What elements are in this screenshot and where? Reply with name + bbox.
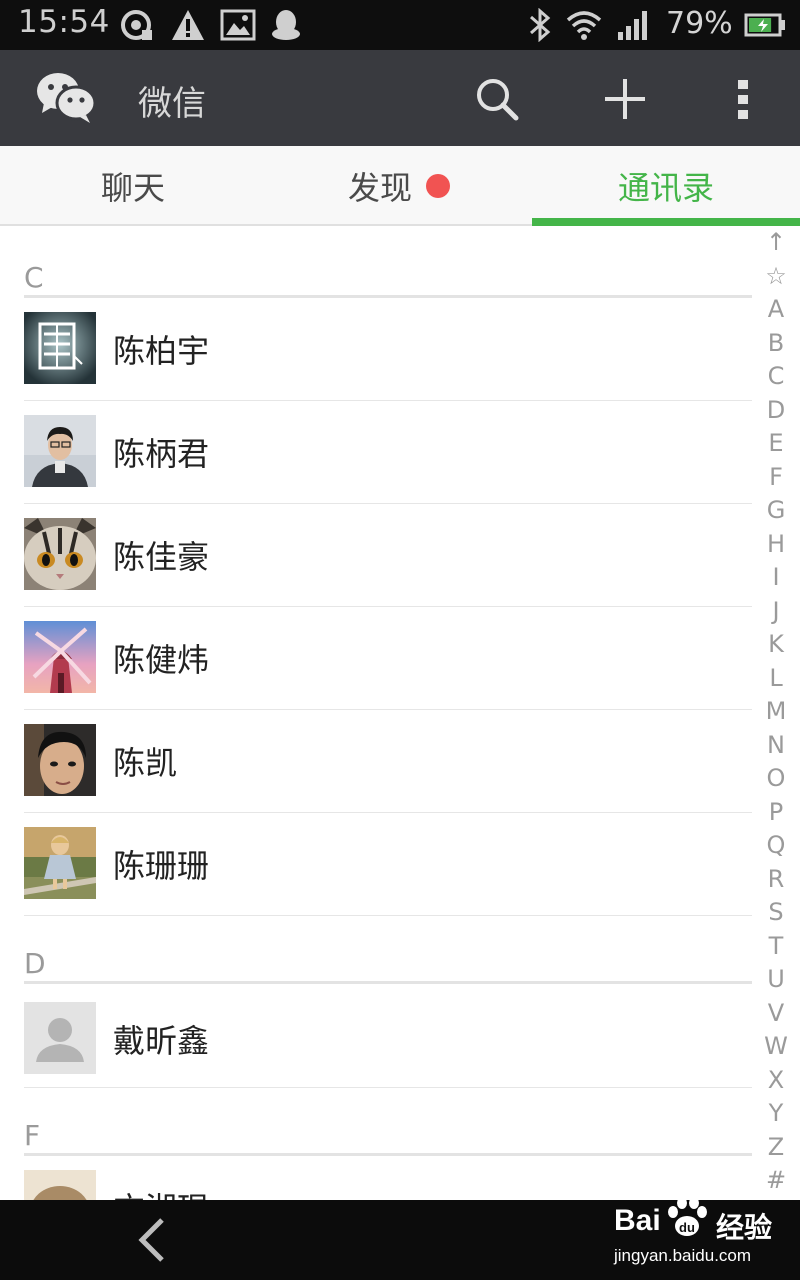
index-letter[interactable]: U bbox=[756, 965, 796, 993]
qq-icon bbox=[272, 10, 300, 40]
contact-name: 陈佳豪 bbox=[113, 538, 210, 576]
plus-icon bbox=[605, 79, 645, 119]
section-header: F bbox=[0, 1088, 760, 1156]
index-letter[interactable]: D bbox=[756, 396, 796, 424]
bluetooth-icon bbox=[530, 8, 551, 42]
back-arrow-icon bbox=[138, 1218, 164, 1262]
contact-row[interactable]: 陈珊珊 bbox=[0, 813, 760, 916]
contact-name: 陈珊珊 bbox=[113, 847, 210, 885]
more-options-button[interactable] bbox=[712, 68, 774, 130]
image-icon bbox=[220, 9, 256, 41]
index-letter[interactable]: S bbox=[756, 898, 796, 926]
watermark-brand: Bai bbox=[614, 1204, 661, 1237]
section-letter: D bbox=[24, 947, 46, 980]
index-letter[interactable]: ↑ bbox=[756, 228, 796, 256]
index-letter[interactable]: J bbox=[756, 597, 796, 625]
contact-name: 陈健炜 bbox=[113, 641, 210, 679]
avatar bbox=[24, 827, 96, 899]
watermark-suffix: 经验 bbox=[716, 1211, 773, 1244]
index-letter[interactable]: ☆ bbox=[756, 262, 796, 290]
tab-contacts[interactable]: 通讯录 bbox=[532, 146, 800, 226]
app-bar: 微信 bbox=[0, 50, 800, 146]
tab-label: 聊天 bbox=[100, 169, 165, 207]
section-letter: C bbox=[24, 261, 44, 294]
tab-label: 通讯录 bbox=[617, 169, 714, 207]
index-letter[interactable]: Y bbox=[756, 1099, 796, 1127]
contact-list[interactable]: C 陈柏宇 陈柄君 陈佳豪 陈健炜 陈凯 陈珊珊 D 戴昕鑫 F bbox=[0, 228, 760, 1200]
status-bar: 15:54 79% bbox=[0, 0, 800, 50]
data-usage-icon bbox=[121, 10, 152, 40]
index-letter[interactable]: P bbox=[756, 798, 796, 826]
avatar bbox=[24, 415, 96, 487]
battery-percent: 79% bbox=[666, 6, 733, 41]
contact-row[interactable]: 戴昕鑫 bbox=[0, 984, 760, 1088]
avatar bbox=[24, 724, 96, 796]
index-letter[interactable]: C bbox=[756, 362, 796, 390]
section-header: C bbox=[0, 228, 760, 298]
back-button[interactable] bbox=[124, 1212, 180, 1268]
index-letter[interactable]: X bbox=[756, 1066, 796, 1094]
signal-icon bbox=[618, 11, 647, 40]
paw-icon: du bbox=[668, 1197, 707, 1236]
wifi-icon bbox=[566, 11, 602, 40]
index-letter[interactable]: W bbox=[756, 1032, 796, 1060]
status-time: 15:54 bbox=[18, 4, 110, 40]
avatar bbox=[24, 621, 96, 693]
index-letter[interactable]: T bbox=[756, 932, 796, 960]
section-header: D bbox=[0, 916, 760, 984]
app-title: 微信 bbox=[138, 84, 206, 124]
contact-row[interactable]: 陈凯 bbox=[0, 710, 760, 813]
index-letter[interactable]: A bbox=[756, 295, 796, 323]
svg-text:du: du bbox=[679, 1220, 695, 1235]
unread-badge bbox=[426, 174, 450, 198]
contact-row[interactable]: 陈佳豪 bbox=[0, 504, 760, 607]
tab-chats[interactable]: 聊天 bbox=[0, 146, 266, 226]
search-button[interactable] bbox=[466, 68, 528, 130]
contact-name: 陈凯 bbox=[113, 744, 178, 782]
index-letter[interactable]: E bbox=[756, 429, 796, 457]
baidu-jingyan-watermark: Bai du 经验 jingyan.baidu.com bbox=[612, 1192, 792, 1272]
overflow-menu-icon bbox=[738, 80, 748, 119]
index-letter[interactable]: # bbox=[756, 1166, 796, 1194]
section-letter: F bbox=[24, 1119, 41, 1152]
tab-discover[interactable]: 发现 bbox=[266, 146, 532, 226]
index-letter[interactable]: L bbox=[756, 664, 796, 692]
avatar bbox=[24, 312, 96, 384]
contact-name: 方湘琨 bbox=[113, 1184, 209, 1200]
contact-name: 陈柏宇 bbox=[113, 332, 210, 370]
index-letter[interactable]: G bbox=[756, 496, 796, 524]
avatar bbox=[24, 1170, 96, 1200]
contact-row[interactable]: 陈柄君 bbox=[0, 401, 760, 504]
index-letter[interactable]: Z bbox=[756, 1133, 796, 1161]
index-letter[interactable]: I bbox=[756, 563, 796, 591]
alphabet-index-bar[interactable]: ↑ ☆ A B C D E F G H I J K L M N O P Q R S T U V W X Y Z # bbox=[756, 228, 796, 1200]
contact-name: 戴昕鑫 bbox=[113, 1022, 210, 1060]
wechat-contacts-screen: 15:54 79% 微信 聊天 发现 通讯录 C 陈柏宇 陈柄君 陈佳豪 陈健炜… bbox=[0, 0, 800, 1280]
index-letter[interactable]: O bbox=[756, 764, 796, 792]
search-icon bbox=[477, 79, 519, 121]
contact-row[interactable]: 陈健炜 bbox=[0, 607, 760, 710]
index-letter[interactable]: V bbox=[756, 999, 796, 1027]
index-letter[interactable]: H bbox=[756, 530, 796, 558]
tab-bar: 聊天 发现 通讯录 bbox=[0, 146, 800, 226]
index-letter[interactable]: N bbox=[756, 731, 796, 759]
tab-label: 发现 bbox=[347, 169, 412, 207]
wechat-logo-icon bbox=[37, 73, 97, 123]
warning-icon bbox=[172, 10, 204, 40]
battery-charging-icon bbox=[744, 13, 785, 37]
active-tab-indicator bbox=[532, 218, 800, 226]
watermark-url: jingyan.baidu.com bbox=[614, 1246, 752, 1265]
avatar bbox=[24, 518, 96, 590]
contact-name: 陈柄君 bbox=[113, 435, 210, 473]
index-letter[interactable]: K bbox=[756, 630, 796, 658]
add-button[interactable] bbox=[594, 68, 656, 130]
index-letter[interactable]: Q bbox=[756, 831, 796, 859]
index-letter[interactable]: R bbox=[756, 865, 796, 893]
contact-row[interactable]: 陈柏宇 bbox=[0, 298, 760, 401]
index-letter[interactable]: M bbox=[756, 697, 796, 725]
index-letter[interactable]: F bbox=[756, 463, 796, 491]
default-avatar bbox=[24, 1002, 96, 1074]
index-letter[interactable]: B bbox=[756, 329, 796, 357]
